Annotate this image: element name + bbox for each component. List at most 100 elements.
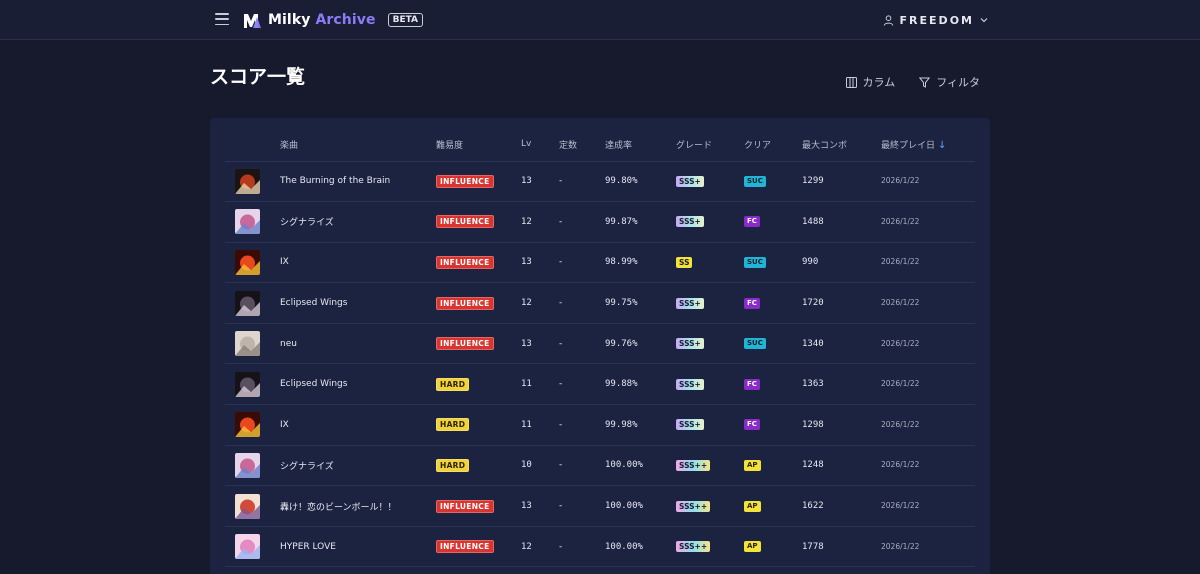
song-title[interactable]: シグナライズ — [280, 445, 436, 487]
last-played-cell: 2026/1/22 — [881, 282, 975, 324]
columns-button[interactable]: カラム — [845, 74, 896, 90]
clear-cell: FC — [744, 201, 802, 243]
level-value: 13 — [521, 242, 559, 284]
jacket-cell — [225, 485, 280, 527]
difficulty-badge: HARD — [436, 418, 470, 432]
achievement-rate: 99.80% — [605, 161, 676, 203]
song-title[interactable]: The Burning of the Brain — [280, 161, 436, 203]
song-title[interactable]: Eclipsed Wings — [280, 363, 436, 406]
table-row[interactable]: シグナライズ HARD 10-100.00% SSS++ AP 1248 2026/1/22 — [225, 445, 975, 487]
clear-badge: FC — [744, 297, 760, 309]
song-title[interactable]: 轟け！恋のビーンボール！！ — [280, 485, 436, 527]
column-header-difficulty[interactable]: 難易度 — [436, 128, 521, 162]
clear-badge: FC — [744, 216, 760, 228]
achievement-rate: 100.00% — [605, 485, 676, 527]
grade-badge: SSS+ — [676, 419, 704, 431]
grade-badge: SSS+ — [676, 175, 704, 187]
level-value: 11 — [521, 363, 559, 406]
grade-cell: SSS+ — [676, 323, 744, 365]
table-row[interactable]: IX INFLUENCE 13-98.99% SS SUC 990 2026/1/22 — [225, 242, 975, 284]
grade-badge: SSS++ — [676, 459, 711, 471]
clear-badge: SUC — [744, 175, 766, 187]
table-row[interactable]: The Burning of the Brain INFLUENCE 13-99.8… — [225, 161, 975, 203]
last-played-cell: 2026/1/22 — [881, 404, 975, 446]
song-title[interactable]: Eclipsed Wings — [280, 282, 436, 324]
song-jacket-image[interactable] — [235, 371, 260, 397]
last-played-header-label: 最終プレイ日 — [881, 140, 936, 151]
level-value: 12 — [521, 201, 559, 243]
difficulty-cell: INFLUENCE — [436, 201, 521, 243]
song-title[interactable]: HYPER LOVE — [280, 526, 436, 568]
columns-button-label: カラム — [862, 76, 896, 89]
jacket-cell — [225, 161, 280, 203]
constant-value: - — [559, 323, 605, 365]
table-toolbar: カラム フィルタ — [845, 74, 980, 90]
clear-badge: AP — [744, 541, 761, 553]
table-row[interactable]: neu INFLUENCE 13-99.76% SSS+ SUC 1340 2026/1/2… — [225, 323, 975, 365]
user-menu-button[interactable]: FREEDOM — [883, 12, 988, 28]
table-row[interactable]: HYPER LOVE INFLUENCE 12-100.00% SSS++ AP 1778… — [225, 526, 975, 568]
song-jacket-image[interactable] — [235, 168, 260, 194]
song-title[interactable]: シグナライズ — [280, 201, 436, 243]
column-header-last-played[interactable]: 最終プレイ日 ↓ — [881, 128, 975, 162]
max-combo: 1720 — [802, 282, 881, 324]
table-row[interactable]: 轟け！恋のビーンボール！！ INFLUENCE 13-100.00% SSS++ AP 1… — [225, 485, 975, 527]
column-header-grade[interactable]: グレード — [676, 128, 744, 162]
clear-badge: AP — [744, 459, 761, 471]
song-jacket-image[interactable] — [235, 331, 260, 357]
last-played-date: 2026/1/22 — [881, 541, 920, 551]
song-jacket-image[interactable] — [235, 209, 260, 235]
column-header-max-combo[interactable]: 最大コンボ — [802, 128, 881, 162]
table-row[interactable]: Eclipsed Wings INFLUENCE 12-99.75% SSS+ FC 17… — [225, 282, 975, 324]
grade-cell: SSS++ — [676, 485, 744, 527]
table-row[interactable]: IX HARD 11-99.98% SSS+ FC 1298 2026/1/22 — [225, 404, 975, 446]
column-header-constant[interactable]: 定数 — [559, 128, 605, 162]
column-header-clear[interactable]: クリア — [744, 128, 802, 162]
song-jacket-image[interactable] — [235, 412, 260, 438]
clear-cell: FC — [744, 282, 802, 324]
column-header-achievement-rate[interactable]: 達成率 — [605, 128, 676, 162]
achievement-rate: 99.98% — [605, 404, 676, 446]
difficulty-cell: HARD — [436, 445, 521, 487]
achievement-rate: 99.76% — [605, 323, 676, 365]
table-row[interactable]: シグナライズ INFLUENCE 12-99.87% SSS+ FC 1488 2026/1… — [225, 201, 975, 243]
clear-cell: AP — [744, 526, 802, 568]
grade-cell: SSS+ — [676, 404, 744, 446]
constant-value: - — [559, 201, 605, 243]
song-jacket-image[interactable] — [235, 290, 260, 316]
song-jacket-image[interactable] — [235, 249, 260, 275]
grade-badge: SSS+ — [676, 338, 704, 350]
jacket-cell — [225, 242, 280, 284]
jacket-cell — [225, 404, 280, 446]
clear-cell: FC — [744, 404, 802, 446]
song-jacket-image[interactable] — [235, 452, 260, 478]
difficulty-cell: INFLUENCE — [436, 323, 521, 365]
filter-button[interactable]: フィルタ — [919, 74, 980, 90]
song-jacket-image[interactable] — [235, 493, 260, 519]
song-title[interactable]: IX — [280, 404, 436, 446]
column-header-song[interactable]: 楽曲 — [280, 128, 436, 162]
clear-cell: AP — [744, 445, 802, 487]
difficulty-badge: INFLUENCE — [436, 255, 494, 269]
jacket-cell — [225, 526, 280, 568]
level-value: 10 — [521, 445, 559, 487]
column-header-level[interactable]: Lv — [521, 128, 559, 162]
max-combo: 1299 — [802, 161, 881, 203]
grade-badge: SSS++ — [676, 541, 711, 553]
song-title[interactable]: neu — [280, 323, 436, 365]
level-value: 13 — [521, 485, 559, 527]
achievement-rate: 98.99% — [605, 242, 676, 284]
last-played-date: 2026/1/22 — [881, 379, 920, 389]
difficulty-badge: INFLUENCE — [436, 174, 494, 188]
grade-cell: SSS+ — [676, 363, 744, 406]
grade-badge: SSS+ — [676, 297, 704, 309]
clear-badge: FC — [744, 378, 760, 390]
table-row[interactable]: Eclipsed Wings HARD 11-99.88% SSS+ FC 1363 202… — [225, 363, 975, 406]
last-played-cell: 2026/1/22 — [881, 363, 975, 406]
app-logo[interactable]: Milky Archive BETA — [243, 10, 423, 30]
song-jacket-image[interactable] — [235, 534, 260, 560]
grade-badge: SSS+ — [676, 378, 704, 390]
grade-cell: SSS+ — [676, 201, 744, 243]
song-title[interactable]: IX — [280, 242, 436, 284]
hamburger-menu-icon[interactable] — [215, 13, 229, 25]
